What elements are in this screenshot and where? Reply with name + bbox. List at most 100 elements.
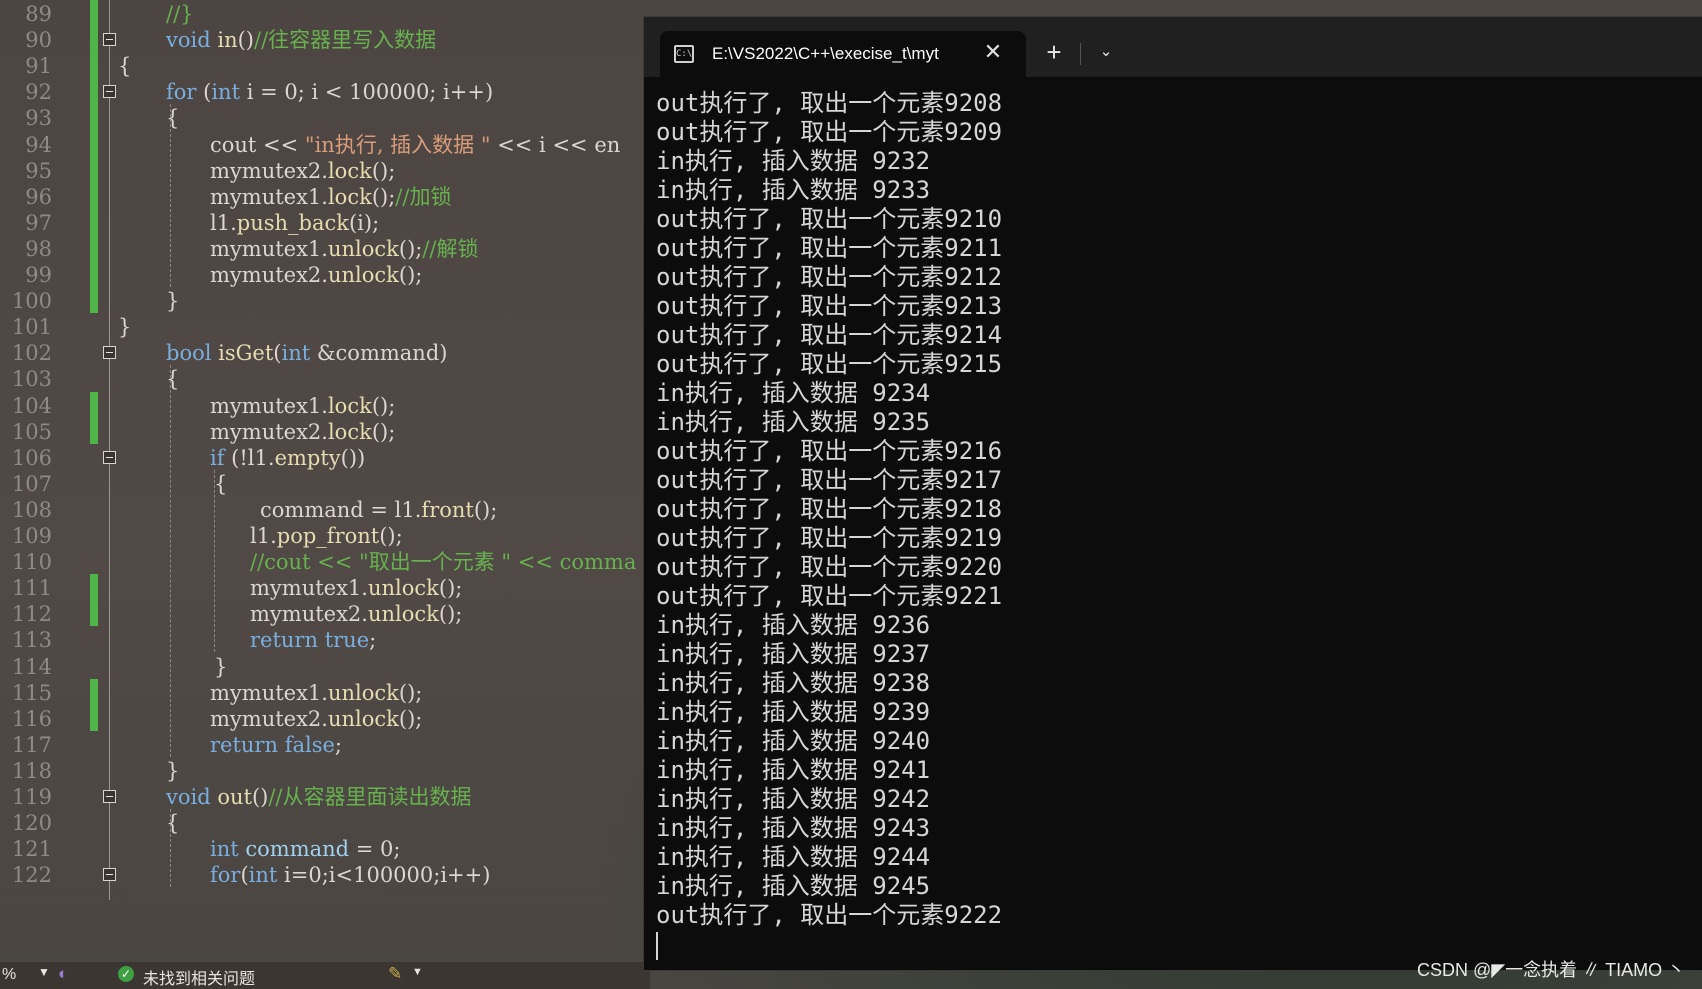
code-line[interactable]: { (166, 365, 179, 393)
code-line[interactable]: mymutex1.lock(); (210, 392, 395, 420)
terminal-line: out执行了, 取出一个元素9211 (656, 234, 1003, 262)
code-line[interactable]: { (118, 52, 131, 80)
code-line[interactable]: void out()//从容器里面读出数据 (166, 783, 472, 811)
code-token: (); (379, 524, 403, 548)
code-line[interactable]: return false; (210, 731, 342, 759)
change-marker (90, 574, 98, 627)
code-line[interactable]: } (166, 757, 179, 785)
terminal-line: out执行了, 取出一个元素9214 (656, 321, 1003, 349)
code-line[interactable]: mymutex1.unlock(); (250, 574, 462, 602)
terminal-line: in执行, 插入数据 9241 (656, 756, 931, 784)
code-token: (); (398, 680, 423, 705)
code-line[interactable]: } (166, 287, 179, 315)
zoom-dropdown-icon[interactable]: ▼ (38, 965, 50, 979)
chevron-down-icon[interactable]: ⌄ (1091, 37, 1121, 67)
code-token: int (211, 80, 241, 105)
code-line[interactable]: l1.push_back(i); (210, 209, 379, 237)
terminal-output[interactable]: out执行了, 取出一个元素9208 out执行了, 取出一个元素9209 in执行… (656, 89, 1686, 960)
code-line[interactable]: { (166, 809, 179, 837)
terminal-line: in执行, 插入数据 9238 (656, 669, 931, 697)
code-token: ( (240, 863, 249, 888)
code-line[interactable]: //} (166, 0, 194, 28)
code-line[interactable]: mymutex2.unlock(); (250, 600, 462, 628)
code-token: (); (371, 184, 396, 209)
code-line[interactable]: command = l1.front(); (260, 496, 497, 524)
code-token: "in执行, 插入数据 " (304, 132, 491, 157)
code-line[interactable]: for(int i=0;i<100000;i++) (210, 861, 490, 889)
code-line[interactable]: mymutex1.unlock(); (210, 679, 422, 707)
code-line[interactable]: if (!l1.empty()) (210, 444, 365, 472)
code-line[interactable]: } (118, 313, 131, 341)
collapse-icon[interactable] (103, 790, 116, 803)
code-token: mymutex1. (210, 393, 328, 418)
code-token: //往容器里写入数据 (254, 28, 437, 53)
cleanup-dropdown-icon[interactable]: ▼ (412, 966, 423, 978)
code-token: { (118, 54, 132, 79)
issues-status[interactable]: 未找到相关问题 (143, 965, 255, 989)
code-token: (); (438, 602, 463, 627)
code-token: //加锁 (395, 184, 452, 209)
zoom-level[interactable]: % (2, 966, 16, 984)
code-token: { (166, 367, 180, 392)
code-line[interactable]: cout << "in执行, 插入数据 " << i << en (210, 131, 620, 159)
code-token: pop_front (276, 524, 380, 548)
code-token: isGet (218, 341, 274, 366)
collapse-icon[interactable] (103, 85, 116, 99)
code-token: int (210, 837, 239, 862)
code-token: for (166, 80, 197, 105)
code-line[interactable]: bool isGet(int &command) (166, 339, 447, 367)
code-line[interactable]: int command = 0; (210, 835, 400, 863)
code-line[interactable]: mymutex2.unlock(); (210, 705, 422, 733)
copilot-icon[interactable]: ◐ (58, 964, 68, 984)
collapse-icon[interactable] (103, 346, 116, 360)
code-line[interactable]: mymutex1.unlock();//解锁 (210, 235, 479, 263)
code-token: { (166, 811, 180, 836)
terminal-tab[interactable]: C:\ E:\VS2022\C++\execise_t\myt ✕ (660, 31, 1026, 77)
code-token: } (214, 654, 228, 679)
watermark: CSDN @◤一念执着 ∥ TIAMO 丶 (1417, 960, 1686, 980)
terminal-line: in执行, 插入数据 9239 (656, 698, 931, 726)
close-icon[interactable]: ✕ (980, 39, 1006, 65)
code-token: mymutex1. (210, 184, 328, 209)
indent-guide (170, 104, 171, 288)
change-marker (90, 678, 98, 731)
terminal-line: out执行了, 取出一个元素9218 (656, 495, 1003, 523)
cleanup-brush-icon[interactable]: ✎ (388, 964, 402, 984)
collapse-icon[interactable] (103, 450, 116, 464)
code-line[interactable]: return true; (250, 626, 376, 654)
code-token: if (210, 445, 225, 470)
code-line[interactable]: for (int i = 0; i < 100000; i++) (166, 78, 493, 106)
code-line[interactable]: mymutex2.lock(); (210, 157, 395, 185)
new-tab-button[interactable]: + (1039, 37, 1069, 67)
code-line[interactable]: //cout << "取出一个元素 " << comma (250, 548, 636, 576)
collapse-icon[interactable] (103, 33, 116, 47)
code-line[interactable]: mymutex2.unlock(); (210, 261, 422, 289)
code-line[interactable]: l1.pop_front(); (250, 522, 403, 550)
code-line[interactable]: } (214, 653, 227, 681)
code-token: (); (371, 419, 396, 444)
code-token: //解锁 (422, 236, 479, 261)
code-token: mymutex1. (210, 236, 328, 261)
terminal-line: out执行了, 取出一个元素9209 (656, 118, 1003, 146)
code-line[interactable]: void in()//往容器里写入数据 (166, 26, 436, 54)
code-line[interactable]: mymutex1.lock();//加锁 (210, 183, 451, 211)
code-token: i = 0; i < 100000; i++) (240, 80, 494, 105)
terminal-line: out执行了, 取出一个元素9222 (656, 901, 1003, 929)
terminal-line: out执行了, 取出一个元素9213 (656, 292, 1003, 320)
code-line[interactable]: { (214, 470, 227, 498)
terminal-line: in执行, 插入数据 9243 (656, 814, 931, 842)
terminal-line: in执行, 插入数据 9233 (656, 176, 931, 204)
code-token: unlock (327, 706, 399, 731)
code-token: () (251, 785, 269, 809)
code-token: unlock (367, 576, 439, 601)
code-token: (); (438, 576, 463, 601)
collapse-icon[interactable] (103, 868, 116, 882)
terminal-window[interactable]: C:\ E:\VS2022\C++\execise_t\myt ✕ + ⌄ ou… (643, 16, 1702, 971)
terminal-line: in执行, 插入数据 9237 (656, 640, 931, 668)
code-area[interactable]: //} void in()//往容器里写入数据{for (int i = 0; i… (0, 0, 650, 970)
console-icon: C:\ (674, 45, 694, 63)
code-line[interactable]: mymutex2.lock(); (210, 418, 395, 446)
code-token: return (250, 628, 318, 653)
code-line[interactable]: { (166, 104, 179, 132)
code-token: mymutex2. (210, 158, 328, 183)
